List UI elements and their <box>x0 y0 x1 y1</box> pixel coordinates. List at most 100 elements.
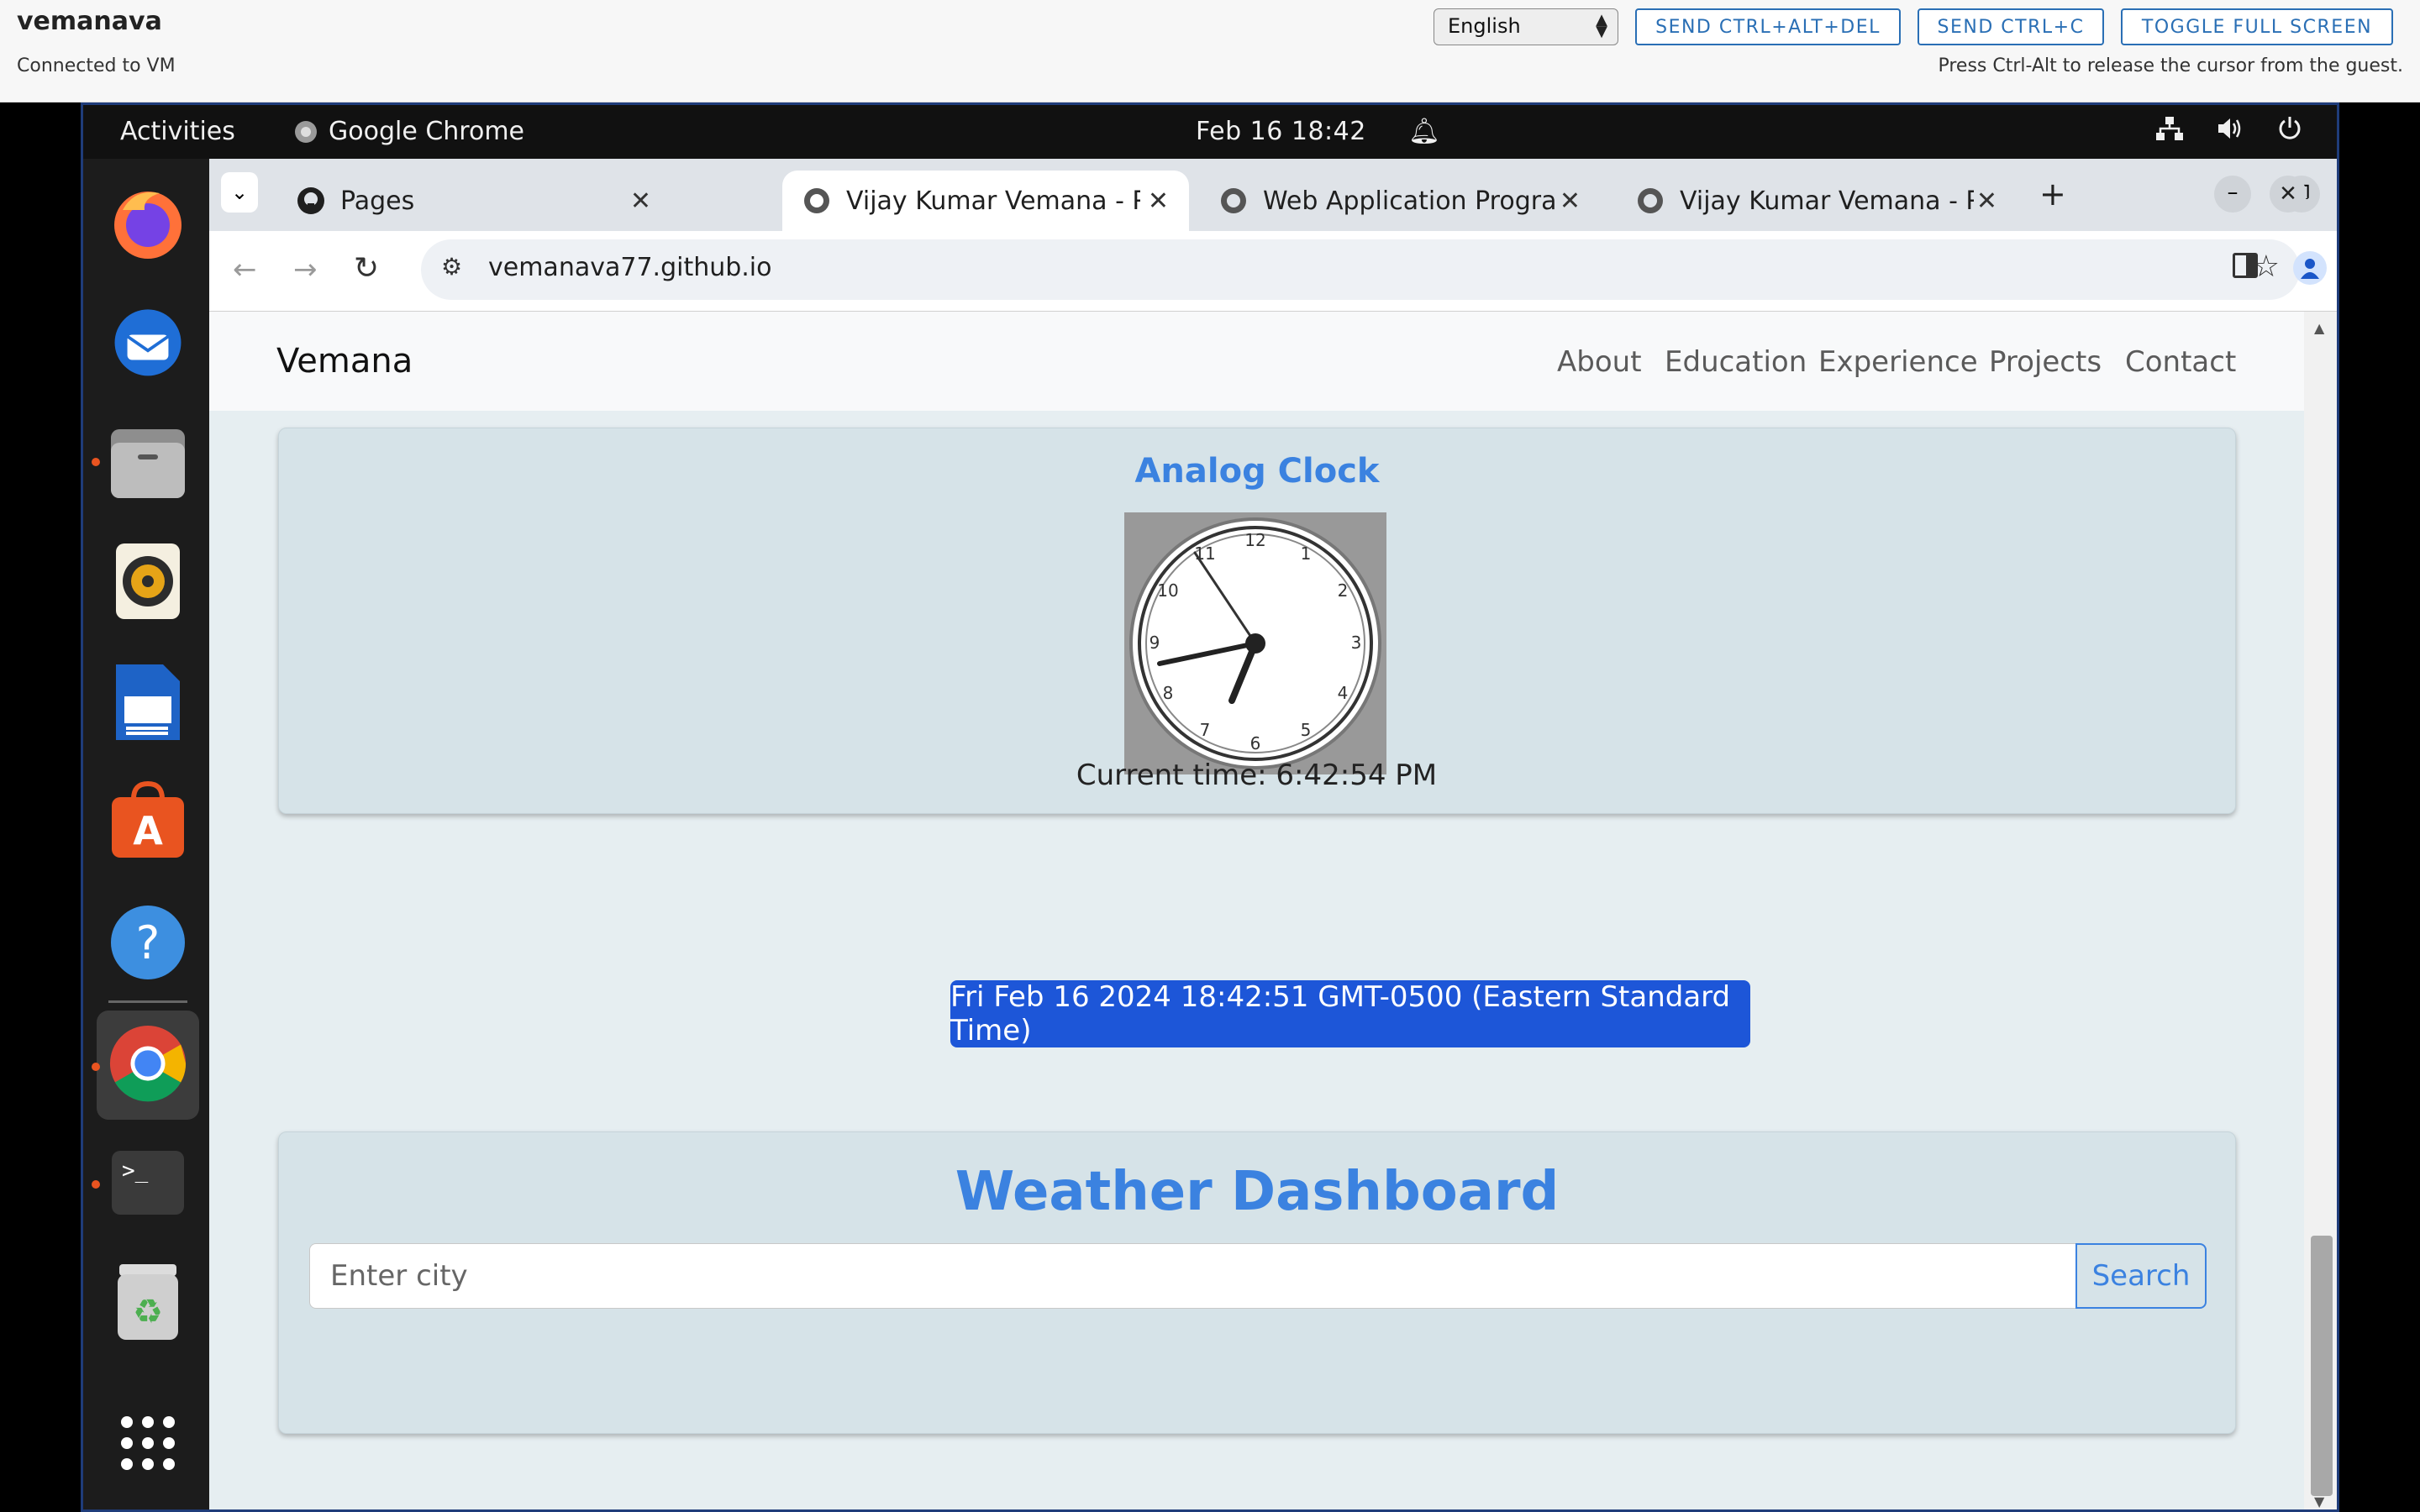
close-window-icon[interactable]: ✕ <box>2270 176 2307 213</box>
send-ctrl-c-button[interactable]: SEND CTRL+C <box>1918 8 2104 45</box>
svg-text:10: 10 <box>1157 580 1178 601</box>
svg-text:8: 8 <box>1163 683 1174 703</box>
power-icon <box>2279 117 2301 139</box>
close-tab-icon[interactable]: ✕ <box>1560 186 1581 216</box>
language-value: English <box>1448 14 1521 38</box>
tab-strip: ⌄ Pages ✕ Vijay Kumar Vemana - Pr ✕ Web … <box>209 159 2337 231</box>
nav-link-experience[interactable]: Experience <box>1818 345 1978 379</box>
svg-text:>_: >_ <box>122 1158 149 1184</box>
chrome-icon[interactable] <box>108 1024 187 1103</box>
site-settings-icon[interactable]: ⚙︎ <box>441 253 462 281</box>
scrollbar-thumb[interactable] <box>2311 1236 2333 1496</box>
forward-icon[interactable]: → <box>293 253 318 286</box>
chrome-small-icon <box>295 120 317 143</box>
thunderbird-icon[interactable] <box>108 302 187 381</box>
svg-text:3: 3 <box>1351 633 1362 653</box>
site-navbar: Vemana About Education Experience Projec… <box>209 312 2304 411</box>
console-margin-right <box>2339 102 2420 1512</box>
svg-text:4: 4 <box>1338 683 1349 703</box>
analog-clock: 12 1 2 345 678 9 10 11 <box>1124 512 1386 774</box>
scroll-up-icon[interactable]: ▲ <box>2314 320 2324 336</box>
search-button[interactable]: Search <box>2075 1243 2207 1309</box>
running-indicator <box>92 458 100 466</box>
libreoffice-writer-icon[interactable] <box>108 663 187 742</box>
nav-link-contact[interactable]: Contact <box>2125 345 2236 379</box>
vm-connection-status: Connected to VM <box>17 55 176 76</box>
release-cursor-hint: Press Ctrl-Alt to release the cursor fro… <box>1938 55 2403 76</box>
clock-face-icon: 1212 345 678 91011 <box>1129 517 1381 769</box>
close-tab-icon[interactable]: ✕ <box>1976 186 1997 216</box>
globe-icon <box>804 188 829 213</box>
site-brand[interactable]: Vemana <box>276 342 413 381</box>
analog-clock-card: Analog Clock 12 1 2 345 678 9 10 11 <box>278 428 2236 814</box>
system-clock[interactable]: Feb 16 18:42 🔔︎ <box>1196 117 1440 146</box>
volume-icon <box>2218 118 2241 139</box>
tab-web-application[interactable]: Web Application Progra ✕ <box>1199 171 1601 231</box>
nav-link-projects[interactable]: Projects <box>1989 345 2102 379</box>
tab-portfolio[interactable]: Vijay Kumar Vemana - Pr ✕ <box>1616 171 2018 231</box>
current-time-text: Current time: 6:42:54 PM <box>1076 759 1438 792</box>
reload-icon[interactable]: ↻ <box>354 251 379 286</box>
ubuntu-dock: A ? >_ ♻ <box>83 159 209 1509</box>
svg-text:5: 5 <box>1301 720 1312 740</box>
tab-search-dropdown-icon[interactable]: ⌄ <box>221 172 258 213</box>
profile-avatar-icon[interactable] <box>2293 251 2327 285</box>
send-ctrl-alt-del-button[interactable]: SEND CTRL+ALT+DEL <box>1635 8 1901 45</box>
trash-icon[interactable]: ♻ <box>108 1263 187 1341</box>
globe-icon <box>1638 188 1663 213</box>
gnome-top-bar: Activities Google Chrome Feb 16 18:42 🔔︎ <box>83 105 2337 159</box>
app-menu[interactable]: Google Chrome <box>293 117 524 146</box>
close-tab-icon[interactable]: ✕ <box>630 186 651 216</box>
ubuntu-software-icon[interactable]: A <box>108 780 187 859</box>
terminal-icon[interactable]: >_ <box>108 1143 187 1222</box>
keyboard-language-select[interactable]: English ▲ ▼ <box>1434 8 1618 45</box>
close-tab-icon[interactable]: ✕ <box>1148 186 1169 216</box>
tab-title: Web Application Progra <box>1263 186 1557 216</box>
tab-title: Vijay Kumar Vemana - Pr <box>1680 186 1974 216</box>
tab-portfolio-active[interactable]: Vijay Kumar Vemana - Pr ✕ <box>782 171 1189 231</box>
svg-text:A: A <box>133 808 163 853</box>
scroll-down-icon[interactable]: ▼ <box>2314 1494 2324 1509</box>
console-margin-left <box>0 102 81 1512</box>
svg-text:1: 1 <box>1301 543 1312 564</box>
globe-icon <box>1221 188 1246 213</box>
analog-clock-title: Analog Clock <box>1134 452 1380 491</box>
new-tab-icon[interactable]: + <box>2039 176 2066 213</box>
nav-link-about[interactable]: About <box>1557 345 1642 379</box>
city-input[interactable] <box>309 1243 2077 1309</box>
tab-title: Vijay Kumar Vemana - Pr <box>846 186 1140 216</box>
side-panel-icon[interactable] <box>2233 253 2258 278</box>
weather-dashboard-card: Weather Dashboard Search <box>278 1131 2236 1434</box>
address-bar[interactable]: ⚙︎ vemanava77.github.io ☆ <box>421 239 2300 300</box>
app-menu-label: Google Chrome <box>329 117 524 146</box>
dock-separator <box>108 1000 187 1003</box>
activities-button[interactable]: Activities <box>120 117 235 146</box>
back-icon[interactable]: ← <box>233 253 257 286</box>
svg-text:12: 12 <box>1244 530 1265 550</box>
svg-text:9: 9 <box>1150 633 1160 653</box>
browser-toolbar: ← → ↻ ⚙︎ vemanava77.github.io ☆ ⋮ <box>209 231 2337 312</box>
system-tray[interactable] <box>2155 115 2303 142</box>
files-icon[interactable] <box>108 424 187 503</box>
show-applications-icon[interactable] <box>108 1404 187 1483</box>
svg-text:2: 2 <box>1338 580 1349 601</box>
tab-pages[interactable]: Pages ✕ <box>276 171 671 231</box>
vm-name: vemanava <box>17 7 162 36</box>
url-text: vemanava77.github.io <box>488 253 772 282</box>
date-display-button[interactable]: Fri Feb 16 2024 18:42:51 GMT-0500 (Easte… <box>950 980 1750 1047</box>
svg-text:7: 7 <box>1200 720 1211 740</box>
minimize-icon[interactable]: – <box>2214 176 2251 213</box>
github-icon <box>297 187 324 214</box>
rhythmbox-icon[interactable] <box>108 542 187 621</box>
help-icon[interactable]: ? <box>108 903 187 982</box>
page-scrollbar[interactable]: ▲ ▼ <box>2304 312 2337 1509</box>
toggle-full-screen-button[interactable]: TOGGLE FULL SCREEN <box>2121 8 2393 45</box>
svg-text:♻: ♻ <box>133 1293 163 1331</box>
nav-link-education[interactable]: Education <box>1665 345 1807 379</box>
guest-screen[interactable]: Activities Google Chrome Feb 16 18:42 🔔︎ <box>81 102 2339 1512</box>
firefox-icon[interactable] <box>108 184 187 263</box>
chrome-window: ⌄ Pages ✕ Vijay Kumar Vemana - Pr ✕ Web … <box>209 159 2337 1509</box>
svg-text:11: 11 <box>1194 543 1215 564</box>
running-indicator <box>92 1063 100 1071</box>
running-indicator <box>92 1180 100 1189</box>
